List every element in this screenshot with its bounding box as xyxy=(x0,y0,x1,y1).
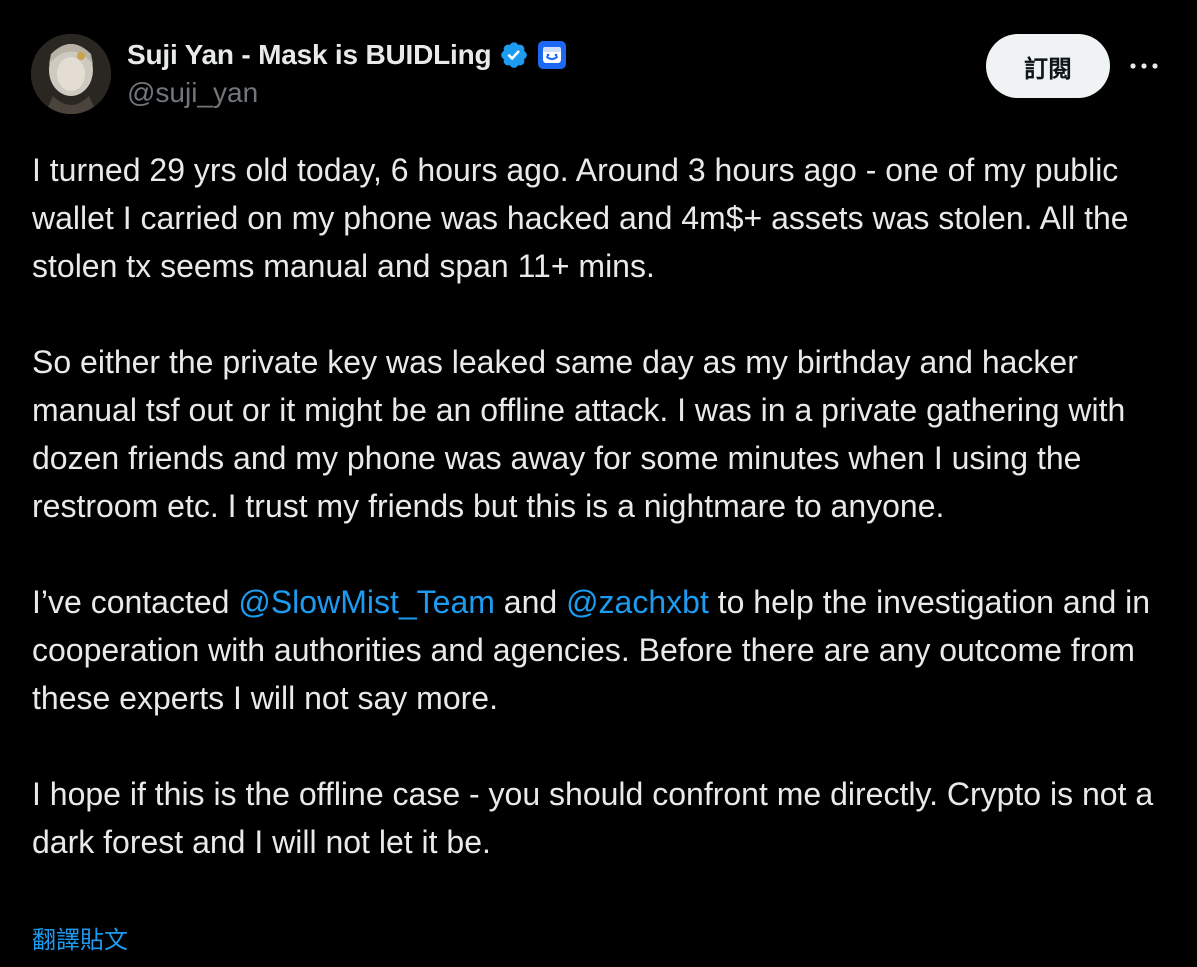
tweet-paragraph-2: So either the private key was leaked sam… xyxy=(32,344,1126,524)
more-options-icon[interactable] xyxy=(1124,46,1164,86)
subscribe-button[interactable]: 訂閱 xyxy=(986,34,1110,98)
tweet-text-segment: and xyxy=(494,584,567,620)
tweet-text-segment: I’ve contacted xyxy=(32,584,239,620)
tweet-paragraph-3: I’ve contacted @SlowMist_Team and @zachx… xyxy=(32,578,1177,722)
author-handle[interactable]: @suji_yan xyxy=(127,77,258,109)
translate-post-link[interactable]: 翻譯貼文 xyxy=(32,920,128,955)
avatar[interactable] xyxy=(31,34,111,114)
tweet-paragraph-4: I hope if this is the offline case - you… xyxy=(32,776,1154,860)
affiliate-badge-icon[interactable] xyxy=(537,40,567,70)
author-name-row: Suji Yan - Mask is BUIDLing xyxy=(127,36,567,74)
tweet-paragraph-1: I turned 29 yrs old today, 6 hours ago. … xyxy=(32,152,1129,284)
display-name[interactable]: Suji Yan - Mask is BUIDLing xyxy=(127,39,492,71)
mention-zachxbt[interactable]: @zachxbt xyxy=(566,584,709,620)
tweet-text: I turned 29 yrs old today, 6 hours ago. … xyxy=(32,146,1177,866)
mention-slowmist-team[interactable]: @SlowMist_Team xyxy=(238,584,495,620)
verified-badge-icon[interactable] xyxy=(499,40,529,70)
